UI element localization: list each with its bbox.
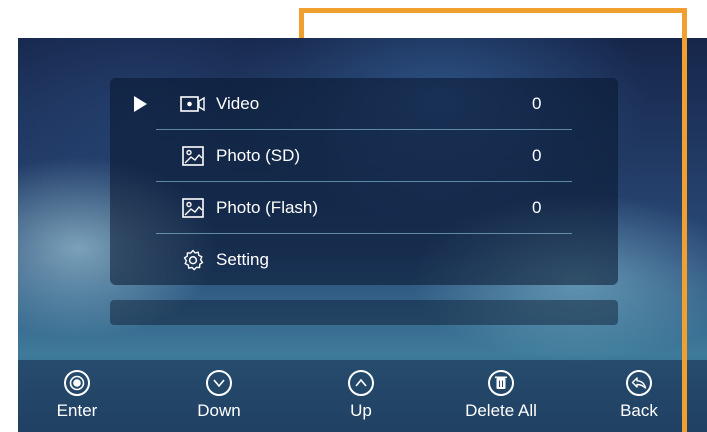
photo-icon [180,197,206,219]
chevron-down-icon [206,370,232,396]
highlight-frame-top [299,8,687,13]
gear-icon [180,249,206,271]
highlight-frame [299,0,687,432]
down-label: Down [197,401,241,420]
highlight-frame-right [682,8,687,432]
enter-label: Enter [56,401,98,420]
enter-icon [64,370,90,396]
enter-button[interactable]: Enter [32,370,122,421]
highlight-frame-left [299,8,304,38]
down-button[interactable]: Down [174,370,264,421]
video-camera-icon [180,93,206,115]
photo-icon [180,145,206,167]
selection-cursor-icon [134,96,147,112]
